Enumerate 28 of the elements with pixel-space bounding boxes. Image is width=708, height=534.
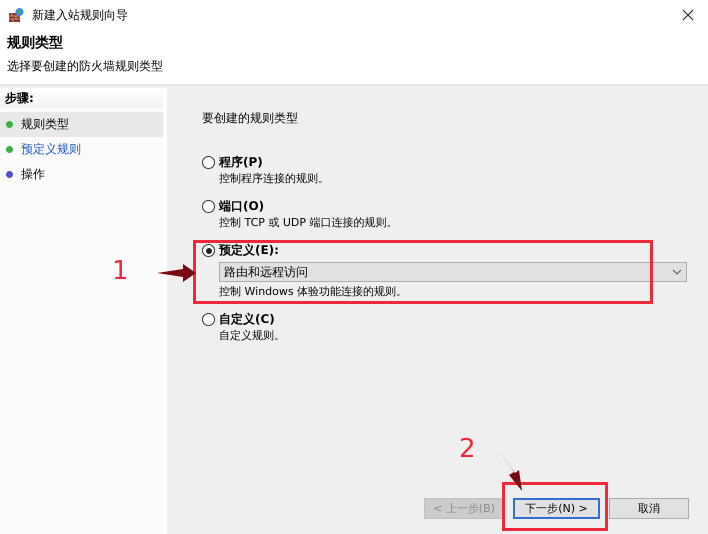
close-icon[interactable]: [682, 9, 694, 21]
option-label[interactable]: 自定义(C): [219, 311, 275, 328]
window-title: 新建入站规则向导: [32, 6, 129, 24]
page-subtitle: 选择要创建的防火墙规则类型: [7, 58, 164, 75]
page-title: 规则类型: [7, 34, 64, 52]
prompt-text: 要创建的规则类型: [202, 110, 299, 127]
radio-button[interactable]: [202, 313, 215, 326]
radio-button[interactable]: [202, 244, 215, 257]
step-item[interactable]: 预定义规则: [0, 137, 163, 162]
option-description: 控制 TCP 或 UDP 端口连接的规则。: [218, 215, 399, 230]
step-number: 2: [459, 434, 476, 464]
radio-button[interactable]: [202, 156, 215, 169]
option-label[interactable]: 端口(O): [219, 198, 264, 215]
step-number: 1: [112, 256, 129, 286]
option-description: 控制程序连接的规则。: [218, 171, 330, 186]
rule-dropdown[interactable]: 路由和远程访问: [219, 262, 687, 282]
step-item[interactable]: 操作: [0, 162, 163, 187]
step-item[interactable]: 规则类型: [0, 112, 163, 137]
chevron-down-icon: [672, 269, 682, 275]
radio-button[interactable]: [202, 200, 215, 213]
option-label[interactable]: 程序(P): [219, 154, 263, 171]
option-label[interactable]: 预定义(E):: [219, 242, 279, 259]
steps-heading: 步骤:: [5, 90, 34, 106]
option-description: 自定义规则。: [218, 328, 286, 343]
option-description: 控制 Windows 体验功能连接的规则。: [218, 284, 408, 299]
wizard-button[interactable]: 取消: [609, 498, 689, 519]
firewall-icon: [8, 7, 24, 23]
wizard-button[interactable]: 下一步(N) >: [513, 498, 600, 519]
